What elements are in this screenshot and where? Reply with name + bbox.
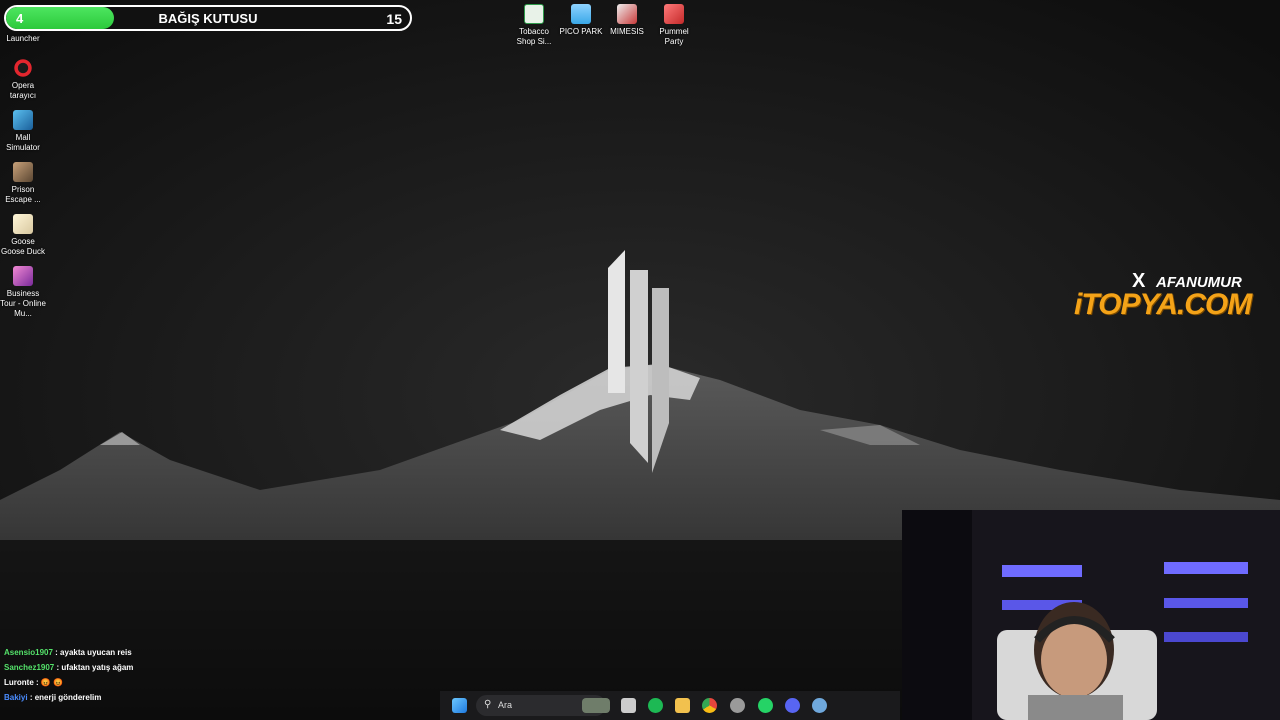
widgets-icon[interactable] xyxy=(582,698,610,713)
stream-chat-overlay: Asensio1907 : ayakta uyucan reis Sanchez… xyxy=(4,645,244,705)
donation-goal: 15 xyxy=(386,11,402,27)
chat-username: Luronte xyxy=(4,678,34,687)
desktop-icon-mall-simulator[interactable]: Mall Simulator xyxy=(0,110,47,153)
desktop-icon-pummel-party[interactable]: Pummel Party xyxy=(650,4,698,47)
business-tour-icon xyxy=(13,266,33,286)
desktop-icon-goose-goose-duck[interactable]: Goose Goose Duck xyxy=(0,214,47,257)
desktop-icon-prison-escape[interactable]: Prison Escape ... xyxy=(0,162,47,205)
spotify-icon[interactable] xyxy=(648,698,663,713)
discord-icon[interactable] xyxy=(785,698,800,713)
chrome-icon[interactable] xyxy=(702,698,717,713)
pico-park-icon xyxy=(571,4,591,24)
desktop-icon-label: Opera tarayıcı xyxy=(9,81,37,100)
desktop-icon-label: PICO PARK xyxy=(559,27,603,36)
chat-message: Luronte : 😡 😡 xyxy=(4,675,244,690)
whatsapp-icon[interactable] xyxy=(758,698,773,713)
desktop-icon-label: Business Tour - Online Mu... xyxy=(0,289,46,318)
file-explorer-icon[interactable] xyxy=(675,698,690,713)
desktop-icon-mimesis[interactable]: MIMESIS xyxy=(603,4,651,37)
pummel-party-icon xyxy=(664,4,684,24)
chat-username: Bakiyi xyxy=(4,693,28,702)
desktop-icon-business-tour[interactable]: Business Tour - Online Mu... xyxy=(0,266,47,319)
wallpaper-logo xyxy=(608,250,669,473)
search-icon: ⚲ xyxy=(484,699,492,710)
desktop-icon-label: Tobacco Shop Si... xyxy=(516,27,552,46)
desktop-icon-label: MIMESIS xyxy=(610,27,644,36)
task-view-icon[interactable] xyxy=(621,698,636,713)
donation-goal-bar: 4 BAĞIŞ KUTUSU 15 xyxy=(4,5,412,31)
donation-title: BAĞIŞ KUTUSU xyxy=(158,11,258,26)
goose-goose-duck-icon xyxy=(13,214,33,234)
desktop-icon-tobacco-shop[interactable]: Tobacco Shop Si... xyxy=(510,4,558,47)
chat-message: Asensio1907 : ayakta uyucan reis xyxy=(4,645,244,660)
chat-text: : ayakta uyucan reis xyxy=(55,648,132,657)
desktop-icon-label: Prison Escape ... xyxy=(5,185,41,204)
chat-text: : enerji gönderelim xyxy=(29,693,102,702)
desktop-icon-label: Goose Goose Duck xyxy=(0,237,46,256)
chat-username: Sanchez1907 xyxy=(4,663,55,672)
search-placeholder: Ara xyxy=(498,700,513,710)
steam-icon[interactable] xyxy=(812,698,827,713)
desktop-icon-label: Pummel Party xyxy=(659,27,689,46)
desktop-icon-pico-park[interactable]: PICO PARK xyxy=(557,4,605,37)
opera-icon xyxy=(13,58,33,78)
chat-message: Sanchez1907 : ufaktan yatış ağam xyxy=(4,660,244,675)
mimesis-icon xyxy=(617,4,637,24)
taskbar: ⚲ Ara xyxy=(440,691,900,720)
prison-escape-icon xyxy=(13,162,33,182)
chat-text: : 😡 😡 xyxy=(36,678,64,687)
desktop-icon-label: Mall Simulator xyxy=(6,133,40,152)
webcam-overlay xyxy=(902,510,1280,720)
sponsor-logo: iTOPYA.COM xyxy=(1074,288,1252,321)
chat-username: Asensio1907 xyxy=(4,648,53,657)
chat-message: Bakiyi : enerji gönderelim xyxy=(4,690,244,705)
sponsor-overlay: X AFANUMUR iTOPYA.COM xyxy=(1070,268,1280,328)
chat-text: : ufaktan yatış ağam xyxy=(56,663,134,672)
mall-simulator-icon xyxy=(13,110,33,130)
desktop-icon-launcher[interactable]: Launcher xyxy=(0,34,47,44)
desktop-icon-label: Launcher xyxy=(6,34,40,43)
tobacco-shop-icon xyxy=(524,4,544,24)
obs-icon[interactable] xyxy=(730,698,745,713)
desktop-icon-opera[interactable]: Opera tarayıcı xyxy=(0,58,47,101)
start-icon[interactable] xyxy=(452,698,467,713)
